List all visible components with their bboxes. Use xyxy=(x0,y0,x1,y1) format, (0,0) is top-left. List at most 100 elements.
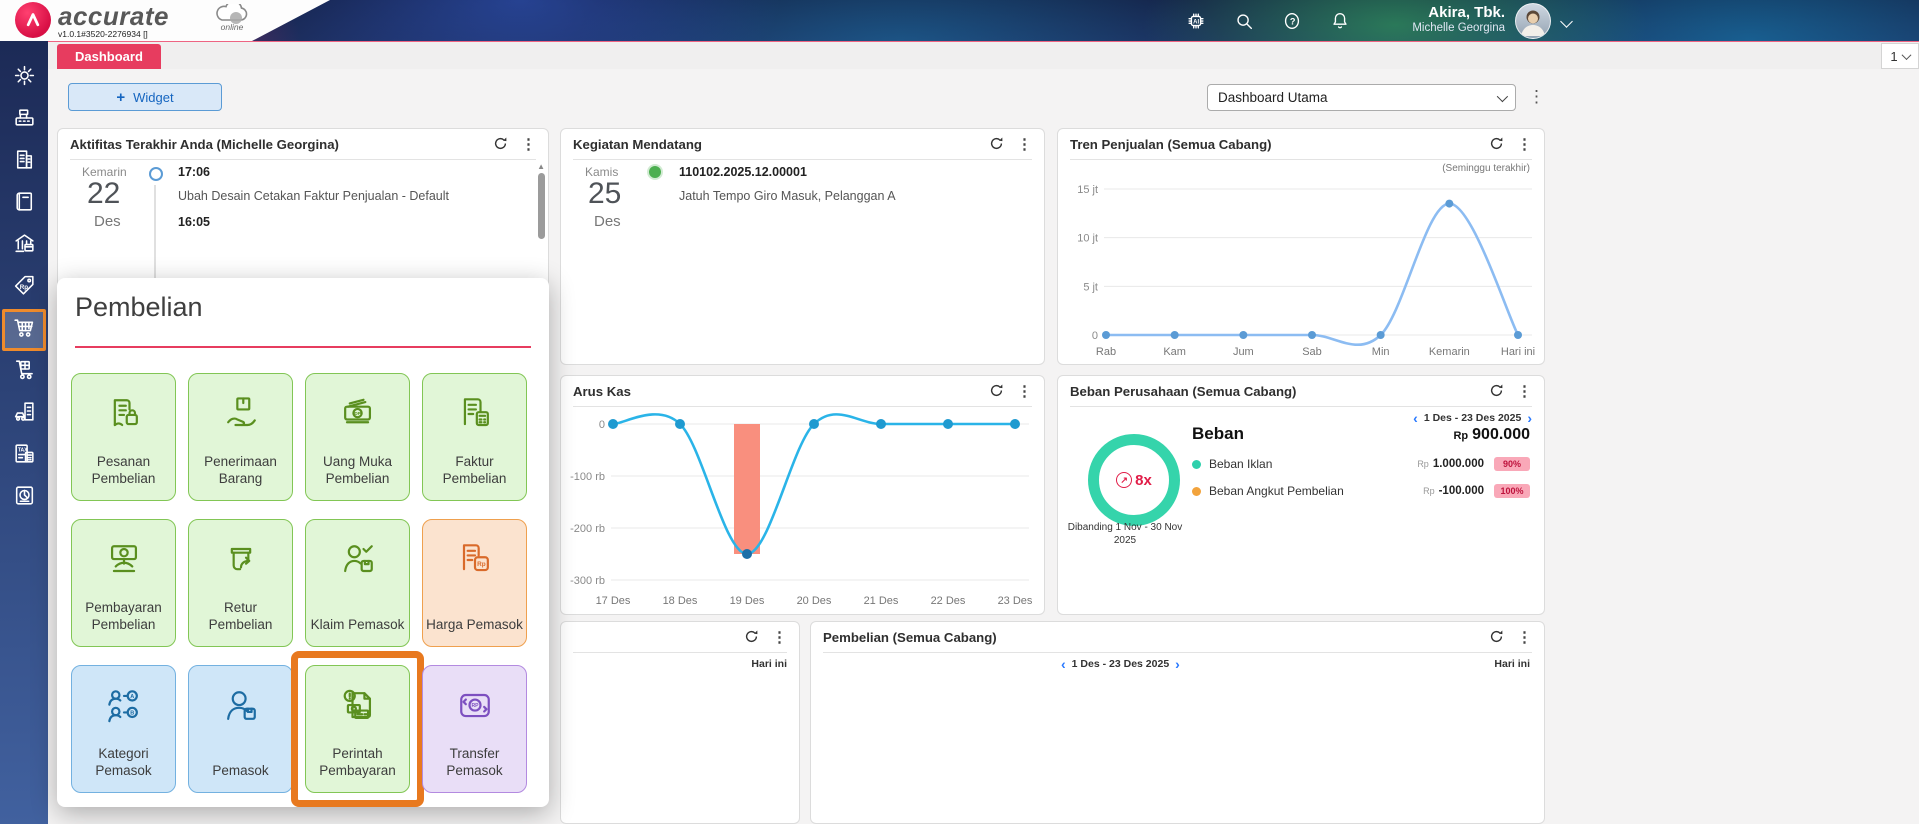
menu-dots-icon[interactable]: ⋮ xyxy=(772,628,787,646)
sidebar: Rp TAX xyxy=(0,41,48,824)
svg-text:Rp: Rp xyxy=(19,284,28,291)
next-date-icon[interactable]: › xyxy=(1527,411,1532,425)
svg-text:Rp: Rp xyxy=(477,561,486,568)
tile-pesanan-pembelian[interactable]: Pesanan Pembelian xyxy=(71,373,176,501)
refresh-icon[interactable] xyxy=(1489,383,1505,399)
sidebar-item-bank[interactable] xyxy=(2,225,46,267)
avatar[interactable] xyxy=(1515,3,1551,39)
date-range-nav: ‹ 1 Des - 23 Des 2025 › xyxy=(1413,411,1532,425)
sidebar-item-asset[interactable] xyxy=(2,393,46,435)
tile-faktur-pembelian[interactable]: Faktur Pembelian xyxy=(422,373,527,501)
beban-total-label: Beban xyxy=(1192,424,1244,443)
menu-dots-icon[interactable]: ⋮ xyxy=(1517,628,1532,646)
widget-tren-penjualan: Tren Penjualan (Semua Cabang) ⋮ (Semingg… xyxy=(1057,128,1545,365)
tile-perintah-pembayaran[interactable]: Perintah Pembayaran xyxy=(291,651,424,807)
menu-dots-icon[interactable]: ⋮ xyxy=(1017,135,1032,153)
menu-dots-icon[interactable]: ⋮ xyxy=(1517,382,1532,400)
legend-dot-icon xyxy=(1192,486,1201,496)
day-number: 25 xyxy=(588,177,622,210)
svg-text:18 Des: 18 Des xyxy=(663,595,698,607)
sidebar-item-handtruck[interactable] xyxy=(2,351,46,393)
svg-text:?: ? xyxy=(1290,16,1296,26)
next-date-icon[interactable]: › xyxy=(1175,657,1180,671)
prev-date-icon[interactable]: ‹ xyxy=(1061,657,1066,671)
svg-text:Jum: Jum xyxy=(1233,346,1254,358)
profile-chevron-icon[interactable] xyxy=(1560,15,1573,28)
svg-text:Rab: Rab xyxy=(1096,346,1116,358)
event-doc-number: 110102.2025.12.00001 xyxy=(679,165,807,179)
legend-dot-icon xyxy=(1192,459,1201,469)
chevron-down-icon xyxy=(1901,49,1912,60)
tab-dashboard[interactable]: Dashboard xyxy=(57,44,161,69)
status-dot-icon xyxy=(649,166,661,178)
svg-text:15 jt: 15 jt xyxy=(1077,184,1098,196)
legend-name: Beban Angkut Pembelian xyxy=(1209,484,1344,498)
menu-dots-icon[interactable]: ⋮ xyxy=(521,135,536,153)
hari-ini-label: Hari ini xyxy=(751,658,787,670)
app-version: v1.0.1#3520-2276934 [] xyxy=(58,29,148,39)
svg-text:B: B xyxy=(130,711,134,717)
cart-icon xyxy=(12,315,37,345)
sidebar-item-price-tag[interactable]: Rp xyxy=(2,267,46,309)
tile-pembayaran-pembelian[interactable]: Pembayaran Pembelian xyxy=(71,519,176,647)
company-name: Akira, Tbk. xyxy=(1428,4,1505,21)
goods-receipt-icon xyxy=(219,374,263,436)
asset-icon xyxy=(12,399,37,429)
menu-dots-icon[interactable]: ⋮ xyxy=(1517,135,1532,153)
tile-kategori-pemasok[interactable]: A B Kategori Pemasok xyxy=(71,665,176,793)
tile-penerimaan-barang[interactable]: Penerimaan Barang xyxy=(188,373,293,501)
help-icon[interactable]: ? xyxy=(1281,10,1303,32)
refresh-icon[interactable] xyxy=(744,629,760,645)
dashboard-select-value: Dashboard Utama xyxy=(1218,90,1328,105)
sidebar-item-cash-register[interactable] xyxy=(2,99,46,141)
day-number: 22 xyxy=(87,177,121,210)
sidebar-item-book[interactable] xyxy=(2,183,46,225)
sidebar-item-pie-report[interactable] xyxy=(2,477,46,519)
svg-text:19 Des: 19 Des xyxy=(730,595,765,607)
widget-arus-kas: Arus Kas ⋮ 0 -100 rb -200 rb -300 rb 17 Des 1… xyxy=(560,375,1045,615)
tile-klaim-pemasok[interactable]: Klaim Pemasok xyxy=(305,519,410,647)
menu-dots-icon[interactable]: ⋮ xyxy=(1017,382,1032,400)
scrollbar-thumb[interactable] xyxy=(538,173,545,239)
svg-text:AI: AI xyxy=(1193,19,1199,25)
refresh-icon[interactable] xyxy=(989,383,1005,399)
svg-text:Hari ini: Hari ini xyxy=(1501,346,1535,358)
refresh-icon[interactable] xyxy=(989,136,1005,152)
sidebar-item-cart[interactable] xyxy=(2,309,46,351)
svg-text:17 Des: 17 Des xyxy=(596,595,631,607)
dashboard-select[interactable]: Dashboard Utama xyxy=(1207,84,1516,111)
tile-label: Faktur Pembelian xyxy=(442,454,507,487)
supplier-transfer-icon: RP xyxy=(453,666,497,728)
refresh-icon[interactable] xyxy=(1489,629,1505,645)
tax-icon: TAX xyxy=(12,441,37,471)
sidebar-item-tax[interactable]: TAX xyxy=(2,435,46,477)
book-icon xyxy=(12,189,37,219)
arus-kas-chart: 0 -100 rb -200 rb -300 rb 17 Des 18 Des 19 Des… xyxy=(570,413,1033,607)
bell-icon[interactable] xyxy=(1329,10,1351,32)
toolbar-menu-dots[interactable]: ⋮ xyxy=(1528,86,1545,108)
sidebar-item-gear[interactable] xyxy=(2,57,46,99)
legend-amount: -100.000 xyxy=(1438,485,1484,497)
payment-order-icon xyxy=(336,666,380,728)
tile-retur-pembelian[interactable]: Retur Pembelian xyxy=(188,519,293,647)
ai-icon[interactable]: AI xyxy=(1185,10,1207,32)
tile-transfer-pemasok[interactable]: RP Transfer Pemasok xyxy=(422,665,527,793)
svg-text:A: A xyxy=(130,694,134,700)
tile-pemasok[interactable]: Pemasok xyxy=(188,665,293,793)
supplier-icon xyxy=(219,666,263,728)
svg-text:22 Des: 22 Des xyxy=(931,595,966,607)
user-block[interactable]: Akira, Tbk. Michelle Georgina xyxy=(1412,4,1505,36)
accurate-logo-icon xyxy=(15,2,51,38)
sidebar-item-company[interactable] xyxy=(2,141,46,183)
svg-text:Sab: Sab xyxy=(1302,346,1322,358)
scroll-up-icon[interactable]: ▲ xyxy=(537,162,545,171)
add-widget-button[interactable]: + Widget xyxy=(68,83,222,111)
search-icon[interactable] xyxy=(1233,10,1255,32)
pembelian-menu-overlay: Pembelian Pesanan Pembelian Penerimaan Ba… xyxy=(57,278,549,807)
tab-counter[interactable]: 1 xyxy=(1881,43,1919,69)
refresh-icon[interactable] xyxy=(493,136,509,152)
tile-harga-pemasok[interactable]: Rp Harga Pemasok xyxy=(422,519,527,647)
tile-uang-muka-pembelian[interactable]: DP Uang Muka Pembelian xyxy=(305,373,410,501)
refresh-icon[interactable] xyxy=(1489,136,1505,152)
prev-date-icon[interactable]: ‹ xyxy=(1413,411,1418,425)
